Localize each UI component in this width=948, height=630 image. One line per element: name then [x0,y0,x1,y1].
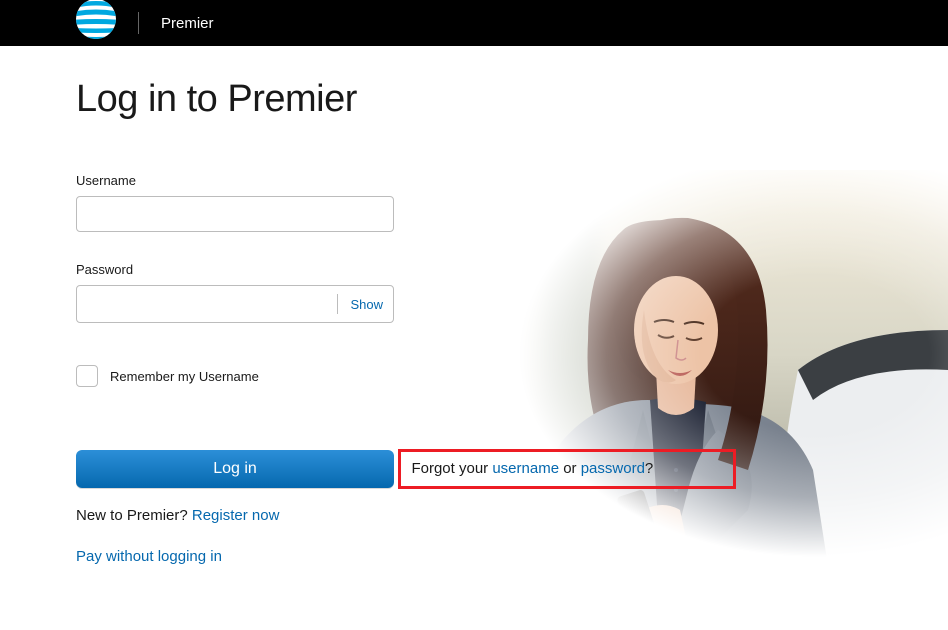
remember-label: Remember my Username [110,369,259,384]
forgot-password-link[interactable]: password [581,460,645,477]
register-prefix: New to Premier? [76,507,192,524]
forgot-row: Forgot your username or password? [411,460,653,477]
header-brand-label: Premier [161,15,214,32]
username-label: Username [76,173,948,188]
password-group: Password Show [76,262,948,323]
register-row: New to Premier? Register now [76,507,948,524]
username-group: Username [76,173,948,232]
remember-checkbox[interactable] [76,365,98,387]
password-label: Password [76,262,948,277]
register-now-link[interactable]: Register now [192,507,280,524]
forgot-prefix: Forgot your [411,460,492,477]
password-wrapper: Show [76,285,394,323]
show-divider [337,294,338,314]
page-title: Log in to Premier [76,78,948,121]
forgot-username-link[interactable]: username [492,460,559,477]
forgot-middle: or [559,460,581,477]
pay-without-login-link[interactable]: Pay without logging in [76,548,222,565]
remember-row: Remember my Username [76,365,948,387]
main-content: Log in to Premier Username Password Show… [0,46,948,566]
att-globe-logo [76,0,116,39]
header-bar: Premier [0,0,948,46]
forgot-suffix: ? [645,460,653,477]
login-button[interactable]: Log in [76,450,394,488]
show-password-toggle[interactable]: Show [344,297,389,312]
header-divider [138,12,139,34]
password-input[interactable] [77,286,337,322]
forgot-credentials-highlight: Forgot your username or password? [398,449,736,489]
username-input[interactable] [76,196,394,232]
